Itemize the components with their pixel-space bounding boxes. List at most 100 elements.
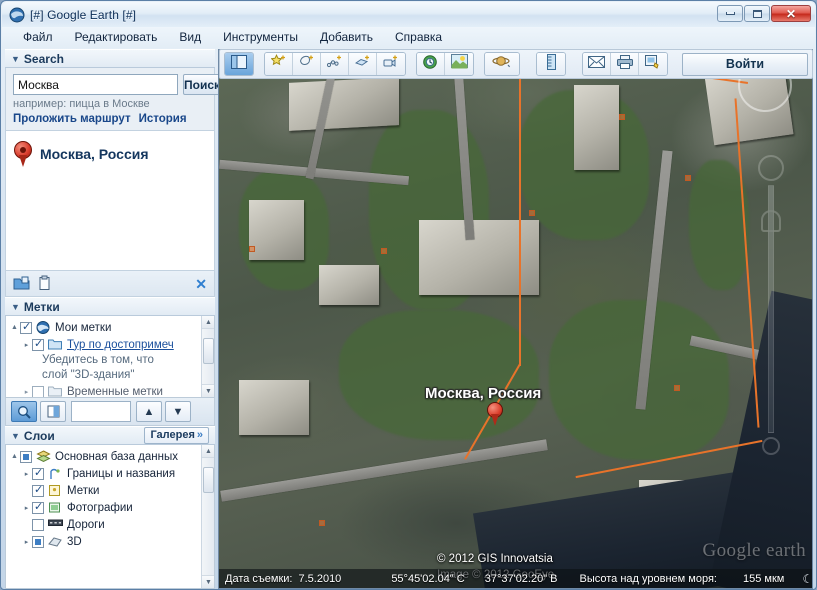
places-scrollbar[interactable]: ▲ ▼ — [201, 316, 214, 397]
history-link[interactable]: История — [139, 113, 187, 125]
close-button[interactable]: ✕ — [771, 5, 811, 22]
expander-icon[interactable]: ▸ — [21, 341, 32, 349]
minimize-button[interactable] — [717, 5, 743, 22]
expander-icon[interactable]: ▸ — [21, 388, 32, 396]
toggle-sidebar-button[interactable] — [225, 53, 253, 75]
print-button[interactable] — [611, 53, 639, 75]
expander-icon[interactable]: ▲ — [9, 324, 20, 331]
map-placemark-pin-icon[interactable] — [487, 402, 503, 426]
building — [419, 220, 539, 295]
scroll-down-icon[interactable]: ▼ — [202, 575, 214, 588]
show-ruler-button[interactable] — [537, 53, 565, 75]
tree-row[interactable]: Дороги — [9, 516, 200, 533]
tree-label[interactable]: Тур по достопримеч — [67, 339, 174, 351]
add-placemark-button[interactable] — [265, 53, 293, 75]
close-x-icon[interactable]: ✕ — [195, 277, 207, 291]
gallery-button[interactable]: Галерея» — [144, 427, 209, 444]
search-panel-header[interactable]: ▼ Search — [5, 49, 215, 68]
zoom-in-icon[interactable] — [762, 437, 780, 455]
menu-file[interactable]: Файл — [12, 28, 64, 47]
expander-icon[interactable]: ▸ — [21, 504, 32, 512]
restore-button[interactable] — [744, 5, 770, 22]
tree-row[interactable]: ▲ Основная база данных — [9, 448, 200, 465]
scroll-down-icon[interactable]: ▼ — [202, 384, 214, 397]
tree-row[interactable]: Метки — [9, 482, 200, 499]
expander-icon[interactable]: ▸ — [21, 538, 32, 546]
tree-row[interactable]: ▸ 3D — [9, 533, 200, 550]
add-path-button[interactable] — [321, 53, 349, 75]
search-input[interactable] — [13, 74, 178, 95]
placemark-square-icon — [48, 484, 63, 497]
map-marker[interactable] — [685, 175, 691, 181]
tree-row[interactable]: ▸ Фотографии — [9, 499, 200, 516]
scroll-up-icon[interactable]: ▲ — [202, 316, 214, 329]
expander-icon[interactable]: ▸ — [21, 470, 32, 478]
menu-view[interactable]: Вид — [168, 28, 212, 47]
menu-edit[interactable]: Редактировать — [64, 28, 169, 47]
tree-row[interactable]: ▸ Временные метки — [9, 383, 200, 397]
placemark-star-icon — [269, 54, 287, 74]
google-earth-watermark: Google earth — [702, 540, 806, 561]
moon-icon: ☾ — [802, 571, 813, 586]
sign-in-button[interactable]: Войти — [682, 52, 808, 76]
layers-panel-header[interactable]: ▼ Слои Галерея» — [5, 426, 215, 445]
map-marker[interactable] — [319, 520, 325, 526]
map-marker[interactable] — [674, 385, 680, 391]
imagery-date-value: 7.5.2010 — [298, 572, 342, 585]
scroll-up-icon[interactable]: ▲ — [202, 445, 214, 458]
scrollbar-thumb[interactable] — [203, 338, 214, 364]
expander-icon[interactable]: ▲ — [9, 453, 20, 460]
checkbox[interactable] — [32, 500, 44, 514]
places-panel-header[interactable]: ▼ Метки — [5, 297, 215, 316]
search-button[interactable]: Поиск — [183, 74, 222, 95]
scrollbar-thumb[interactable] — [203, 467, 214, 493]
record-tour-button[interactable] — [377, 53, 405, 75]
save-folder-icon[interactable] — [13, 275, 30, 292]
places-tree-list: ▲ Мои метки ▸ Тур по достопримеч — [6, 316, 214, 397]
sunlight-button[interactable] — [445, 53, 473, 75]
tree-row[interactable]: ▸ Тур по достопримеч — [9, 336, 200, 353]
map-marker[interactable] — [529, 210, 535, 216]
menu-help[interactable]: Справка — [384, 28, 453, 47]
search-panel-title: Search — [23, 51, 64, 66]
checkbox[interactable] — [32, 535, 44, 548]
places-panel-title: Метки — [23, 299, 60, 314]
add-polygon-button[interactable] — [293, 53, 321, 75]
historical-imagery-button[interactable] — [417, 53, 445, 75]
places-slider-field[interactable] — [71, 401, 131, 422]
map-viewport[interactable]: N Москва, Россия © 2012 GIS Innovatsia I… — [218, 49, 813, 589]
planet-switch-button[interactable] — [485, 53, 519, 75]
look-joystick-icon[interactable] — [758, 155, 784, 181]
map-marker[interactable] — [249, 246, 255, 252]
directions-link[interactable]: Проложить маршрут — [13, 113, 131, 125]
checkbox[interactable] — [32, 337, 44, 351]
search-places-button[interactable] — [11, 401, 37, 422]
checkbox[interactable] — [20, 320, 32, 334]
checkbox[interactable] — [32, 466, 44, 480]
zoom-slider[interactable] — [768, 185, 774, 433]
layers-scrollbar[interactable]: ▲ ▼ — [201, 445, 214, 588]
move-up-button[interactable]: ▲ — [136, 401, 162, 422]
checkbox[interactable] — [32, 518, 44, 531]
search-result-item[interactable]: Москва, Россия — [14, 141, 206, 167]
map-status-bar: Дата съемки: 7.5.2010 55°45'02.04" С 37°… — [219, 569, 812, 588]
menu-add[interactable]: Добавить — [309, 28, 384, 47]
menu-tools[interactable]: Инструменты — [212, 28, 309, 47]
add-image-overlay-button[interactable] — [349, 53, 377, 75]
checkbox[interactable] — [32, 385, 44, 397]
tree-row[interactable]: ▲ Мои метки — [9, 319, 200, 336]
tree-row[interactable]: ▸ Границы и названия — [9, 465, 200, 482]
toolbar-group-planet — [484, 52, 520, 76]
navigation-controls[interactable] — [758, 155, 784, 455]
save-image-button[interactable] — [639, 53, 667, 75]
move-down-button[interactable]: ▼ — [165, 401, 191, 422]
building — [239, 380, 309, 435]
map-marker[interactable] — [381, 248, 387, 254]
checkbox[interactable] — [32, 483, 44, 497]
clipboard-icon[interactable] — [36, 275, 53, 292]
window-title: [#] Google Earth [#] — [30, 7, 137, 22]
opacity-slider-button[interactable] — [40, 401, 66, 422]
email-button[interactable] — [583, 53, 611, 75]
map-marker[interactable] — [619, 114, 625, 120]
checkbox[interactable] — [20, 450, 32, 463]
